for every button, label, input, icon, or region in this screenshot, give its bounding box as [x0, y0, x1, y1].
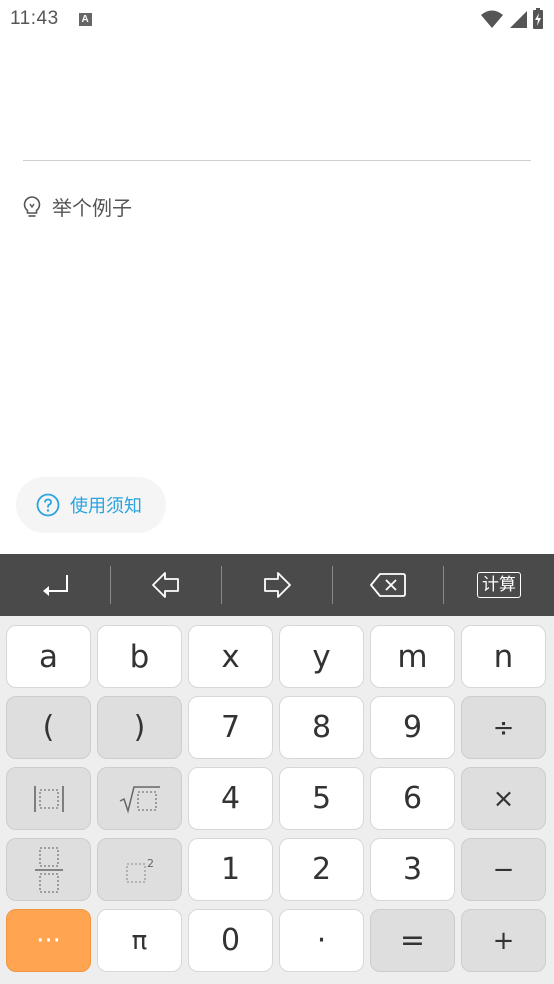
power-icon: 2 — [125, 857, 154, 883]
status-icons — [480, 8, 544, 30]
key-equals[interactable]: = — [370, 909, 455, 972]
key-n[interactable]: n — [461, 625, 546, 688]
backspace-button[interactable] — [333, 554, 443, 616]
key-a[interactable]: a — [6, 625, 91, 688]
cursor-right-button[interactable] — [222, 554, 332, 616]
keypad-row: 4 5 6 × — [6, 767, 551, 830]
usage-notice-label: 使用须知 — [70, 496, 142, 516]
key-square-root[interactable] — [97, 767, 182, 830]
example-link[interactable]: 举个例子 — [22, 192, 132, 221]
signal-icon — [510, 11, 527, 28]
battery-icon — [533, 8, 543, 29]
calculate-button[interactable]: 计算 — [444, 554, 554, 616]
key-4[interactable]: 4 — [188, 767, 273, 830]
key-1[interactable]: 1 — [188, 838, 273, 901]
arrow-left-icon — [152, 572, 179, 598]
key-pi[interactable]: π — [97, 909, 182, 972]
key-2[interactable]: 2 — [279, 838, 364, 901]
absolute-value-icon — [33, 785, 64, 812]
keypad-row: ( ) 7 8 9 ÷ — [6, 696, 551, 759]
key-close-paren[interactable]: ) — [97, 696, 182, 759]
key-0[interactable]: 0 — [188, 909, 273, 972]
key-b[interactable]: b — [97, 625, 182, 688]
backspace-icon — [370, 573, 406, 597]
key-power[interactable]: 2 — [97, 838, 182, 901]
notification-icon: A — [78, 12, 92, 26]
keypad-row: a b x y m n — [6, 625, 551, 688]
key-multiply[interactable]: × — [461, 767, 546, 830]
arrow-right-icon — [264, 572, 291, 598]
formula-input-underline[interactable] — [23, 160, 531, 161]
key-5[interactable]: 5 — [279, 767, 364, 830]
key-absolute-value[interactable] — [6, 767, 91, 830]
power-exponent: 2 — [147, 857, 154, 870]
keypad-row: ··· π 0 · = + — [6, 909, 551, 972]
key-x[interactable]: x — [188, 625, 273, 688]
key-8[interactable]: 8 — [279, 696, 364, 759]
math-keypad: a b x y m n ( ) 7 8 9 ÷ 4 5 6 × 2 1 2 3 … — [0, 616, 554, 984]
key-6[interactable]: 6 — [370, 767, 455, 830]
enter-icon — [43, 575, 68, 596]
keypad-row: 2 1 2 3 − — [6, 838, 551, 901]
key-3[interactable]: 3 — [370, 838, 455, 901]
cursor-left-button[interactable] — [111, 554, 221, 616]
key-more[interactable]: ··· — [6, 909, 91, 972]
wifi-icon — [481, 10, 503, 28]
help-icon — [36, 493, 60, 517]
key-9[interactable]: 9 — [370, 696, 455, 759]
key-plus[interactable]: + — [461, 909, 546, 972]
key-open-paren[interactable]: ( — [6, 696, 91, 759]
status-time: 11:43 — [10, 8, 59, 29]
key-m[interactable]: m — [370, 625, 455, 688]
key-decimal-point[interactable]: · — [279, 909, 364, 972]
key-7[interactable]: 7 — [188, 696, 273, 759]
keyboard-toolbar: 计算 — [0, 554, 554, 616]
usage-notice-button[interactable]: 使用须知 — [16, 477, 166, 533]
lightbulb-icon — [23, 195, 41, 217]
key-minus[interactable]: − — [461, 838, 546, 901]
enter-button[interactable] — [0, 554, 110, 616]
key-y[interactable]: y — [279, 625, 364, 688]
calculate-label: 计算 — [477, 572, 521, 598]
square-root-icon — [119, 785, 160, 814]
status-bar: 11:43 A — [0, 0, 554, 38]
key-fraction[interactable] — [6, 838, 91, 901]
fraction-icon — [34, 846, 63, 893]
example-label: 举个例子 — [52, 198, 132, 220]
key-divide[interactable]: ÷ — [461, 696, 546, 759]
